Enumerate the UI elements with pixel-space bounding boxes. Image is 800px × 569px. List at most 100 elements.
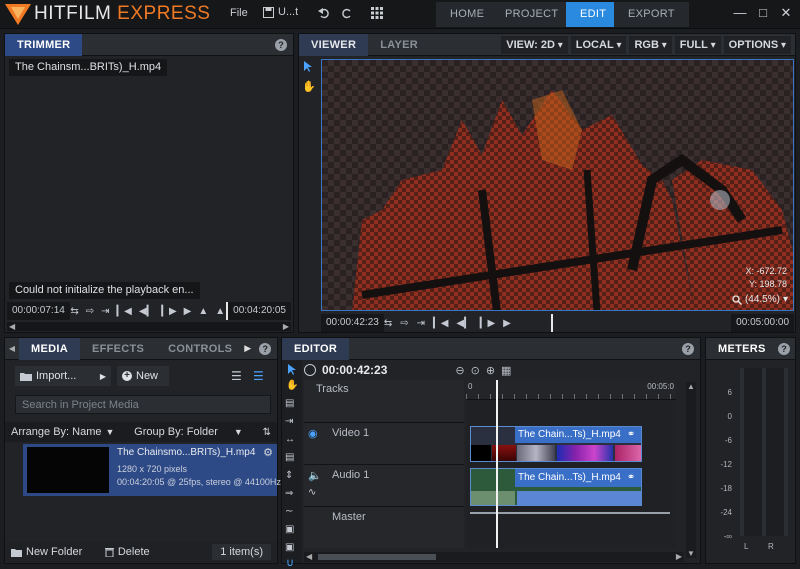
help-icon[interactable]: ?: [682, 342, 694, 355]
tab-effects[interactable]: EFFECTS: [80, 338, 156, 360]
audio-track-header[interactable]: 🔈 ∿ Audio 1: [304, 464, 464, 504]
scroll-right-icon[interactable]: ▶: [676, 552, 682, 561]
film-icon[interactable]: ▣: [285, 524, 294, 535]
ripple-icon[interactable]: ⇕: [285, 470, 293, 481]
video-track-header[interactable]: ◉ Video 1: [304, 422, 464, 462]
import-button[interactable]: Import... ▶: [15, 366, 111, 386]
film-strip-icon[interactable]: ▣: [285, 542, 294, 553]
nav-tab-home[interactable]: HOME: [436, 2, 499, 27]
viewer-canvas[interactable]: X: -672.72 Y: 198.78 (44.5%) ▾: [321, 59, 794, 311]
grid-icon[interactable]: [371, 7, 383, 19]
track-select-icon[interactable]: ⇒: [285, 488, 293, 499]
mark-out-icon[interactable]: ▲: [215, 306, 225, 317]
tab-controls[interactable]: CONTROLS: [156, 338, 244, 360]
go-start-icon[interactable]: ▎◀: [116, 306, 131, 317]
tab-editor[interactable]: EDITOR: [282, 337, 350, 360]
scroll-right-icon[interactable]: ▶: [283, 322, 289, 331]
tab-viewer[interactable]: VIEWER: [299, 33, 369, 56]
nav-tab-edit[interactable]: EDIT: [566, 2, 621, 27]
step-back-icon[interactable]: ◀▎: [456, 318, 471, 329]
hscroll-thumb[interactable]: [318, 554, 436, 560]
timeline-playhead[interactable]: [496, 380, 498, 548]
viewer-playhead[interactable]: [550, 314, 553, 332]
step-forward-icon[interactable]: ▎▶: [480, 318, 495, 329]
zoom-in-icon[interactable]: ⊕: [486, 364, 495, 377]
menu-save[interactable]: U...t: [263, 6, 298, 18]
close-icon[interactable]: ✕: [776, 3, 796, 23]
list-view-icon[interactable]: ☰: [231, 369, 242, 383]
search-input[interactable]: Search in Project Media: [15, 395, 271, 414]
rate-stretch-icon[interactable]: ▤: [285, 452, 294, 463]
tab-scroll-right-icon[interactable]: ▶: [244, 343, 251, 354]
sort-order-icon[interactable]: ⇅: [263, 427, 271, 438]
redo-icon[interactable]: [341, 7, 353, 19]
new-folder-button[interactable]: New Folder: [11, 546, 82, 558]
minimize-icon[interactable]: —: [730, 3, 750, 23]
waveform-icon[interactable]: ∿: [308, 487, 316, 498]
select-arrow-icon[interactable]: [303, 61, 313, 73]
center-icon[interactable]: ⊙: [471, 364, 480, 377]
select-arrow-icon[interactable]: [287, 364, 297, 376]
nav-tab-project[interactable]: PROJECT: [491, 2, 573, 27]
help-icon[interactable]: ?: [275, 38, 287, 51]
timeline-area[interactable]: 0 00:05:0 The Chain...Ts)_H.mp4 ⚭ The Cha…: [466, 380, 676, 548]
loop-icon[interactable]: ⇆: [70, 306, 78, 317]
undo-icon[interactable]: [318, 7, 330, 19]
overlay-icon[interactable]: ⇥: [101, 306, 109, 317]
help-icon[interactable]: ?: [259, 342, 272, 355]
insert-icon[interactable]: ⇨: [400, 318, 408, 329]
gear-icon[interactable]: ⚙: [263, 446, 273, 459]
eye-icon[interactable]: ◉: [308, 427, 318, 440]
loop-icon[interactable]: ⇆: [384, 318, 392, 329]
tab-trimmer[interactable]: TRIMMER: [5, 33, 83, 56]
roll-icon[interactable]: ↔: [285, 434, 295, 445]
play-icon[interactable]: ▶: [503, 318, 511, 329]
insert-icon[interactable]: ⇨: [86, 306, 94, 317]
hand-icon[interactable]: ✋: [286, 380, 298, 391]
maximize-icon[interactable]: □: [753, 3, 773, 23]
scroll-left-icon[interactable]: ◀: [306, 552, 312, 561]
arrange-dropdown[interactable]: Arrange By: Name ▼: [11, 426, 114, 438]
scroll-left-icon[interactable]: ◀: [9, 322, 15, 331]
channel-dropdown[interactable]: RGB: [629, 35, 672, 54]
timeline-vscroll[interactable]: ▲ ▼: [686, 382, 696, 558]
meter-tick-minus-6: -6: [724, 436, 732, 445]
hand-icon[interactable]: ✋: [302, 80, 316, 93]
zoom-control[interactable]: (44.5%) ▾: [732, 294, 788, 305]
help-icon[interactable]: ?: [778, 342, 790, 355]
slice-icon[interactable]: ▤: [285, 398, 294, 409]
media-item[interactable]: The Chainsmo...BRITs)_H.mp4 ⚙ 1280 x 720…: [23, 444, 281, 496]
menu-file[interactable]: File: [230, 7, 248, 19]
space-dropdown[interactable]: LOCAL: [570, 35, 627, 54]
editor-timecode[interactable]: 00:00:42:23: [322, 363, 387, 377]
group-dropdown[interactable]: Group By: Folder ▼: [134, 426, 243, 438]
quality-dropdown[interactable]: FULL: [674, 35, 721, 54]
overlay-icon[interactable]: ⇥: [417, 318, 425, 329]
tab-scroll-left-icon[interactable]: ◀: [5, 344, 19, 353]
curve-icon[interactable]: ∼: [285, 506, 293, 517]
timeline-hscroll[interactable]: ◀ ▶: [304, 552, 684, 562]
zoom-out-icon[interactable]: ⊖: [455, 364, 464, 377]
options-dropdown[interactable]: OPTIONS: [723, 35, 791, 54]
delete-button[interactable]: Delete: [104, 546, 150, 558]
scroll-up-icon[interactable]: ▲: [687, 382, 695, 391]
detail-view-icon[interactable]: ☰: [253, 369, 264, 383]
nav-tab-export[interactable]: EXPORT: [614, 2, 689, 27]
play-icon[interactable]: ▶: [184, 306, 192, 317]
scroll-down-icon[interactable]: ▼: [687, 549, 695, 558]
go-start-icon[interactable]: ▎◀: [433, 318, 448, 329]
magnet-icon[interactable]: ∪: [286, 556, 294, 569]
view-mode-dropdown[interactable]: VIEW: 2D: [501, 35, 568, 54]
tab-meters[interactable]: METERS: [706, 338, 778, 360]
new-button[interactable]: + New: [117, 366, 169, 386]
step-forward-icon[interactable]: ▎▶: [161, 306, 176, 317]
snapshot-icon[interactable]: ▦: [501, 364, 511, 377]
slip-icon[interactable]: ⇥: [285, 416, 293, 427]
trimmer-scrollbar[interactable]: ◀ ▶: [7, 322, 291, 331]
mark-in-icon[interactable]: ▲: [198, 306, 208, 317]
speaker-icon[interactable]: 🔈: [308, 469, 322, 482]
tab-media[interactable]: MEDIA: [19, 337, 80, 360]
tab-layer[interactable]: LAYER: [368, 34, 430, 56]
new-folder-label: New Folder: [26, 546, 83, 558]
step-back-icon[interactable]: ◀▎: [139, 306, 154, 317]
